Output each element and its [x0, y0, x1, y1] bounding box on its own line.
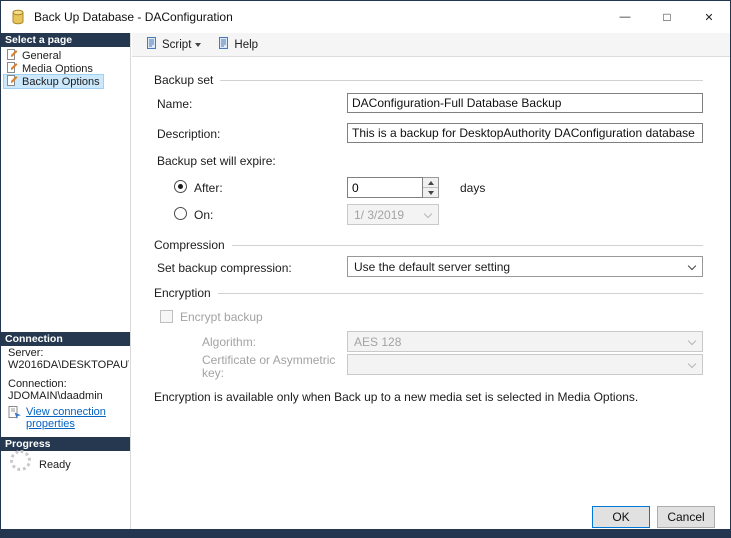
- description-input[interactable]: [347, 123, 703, 143]
- expire-after-label[interactable]: After:: [194, 181, 223, 195]
- cancel-button-label: Cancel: [667, 510, 705, 524]
- section-rule: [217, 293, 703, 294]
- spin-up-icon: [427, 180, 434, 185]
- help-button[interactable]: Help: [212, 34, 263, 55]
- script-dropdown-icon: [195, 42, 202, 47]
- certificate-dropdown: [347, 354, 703, 375]
- help-button-label: Help: [234, 38, 259, 51]
- dropdown-chevron-icon: [687, 261, 697, 271]
- dropdown-chevron-icon: [423, 209, 433, 219]
- script-button-label: Script: [162, 38, 192, 51]
- expire-on-date-value: 1/ 3/2019: [354, 207, 405, 222]
- encryption-header: Encryption: [154, 286, 211, 300]
- encrypt-backup-checkbox: [160, 310, 173, 323]
- ok-button-label: OK: [612, 510, 630, 524]
- server-value: W2016DA\DESKTOPAUTHORIT: [8, 359, 129, 371]
- compression-header: Compression: [154, 238, 225, 252]
- minimize-icon: —: [619, 11, 631, 23]
- expire-on-datepicker: 1/ 3/2019: [347, 204, 439, 225]
- close-icon: ✕: [704, 11, 714, 24]
- name-label: Name:: [157, 97, 193, 111]
- algorithm-dropdown: AES 128: [347, 331, 703, 352]
- window-bottom-edge: [1, 529, 730, 537]
- connection-header: Connection: [1, 332, 130, 346]
- backup-database-dialog: Back Up Database - DAConfiguration — □ ✕…: [0, 0, 731, 538]
- encryption-section: Encryption: [154, 286, 703, 300]
- spin-down-button[interactable]: [423, 188, 438, 197]
- progress-spinner-icon: [10, 450, 31, 471]
- connection-value: JDOMAIN\daadmin: [8, 390, 103, 402]
- compression-value: Use the default server setting: [354, 259, 511, 274]
- description-label: Description:: [157, 127, 221, 141]
- page-tree: General Media Options Backup Options: [3, 49, 128, 89]
- backup-set-section: Backup set: [154, 73, 703, 87]
- help-icon: [217, 36, 230, 53]
- progress-status: Ready: [39, 459, 71, 471]
- select-a-page-header: Select a page: [1, 33, 130, 47]
- sidebar: Select a page General Media Options Back…: [1, 33, 131, 529]
- dialog-body: Select a page General Media Options Back…: [1, 33, 730, 529]
- section-rule: [220, 80, 703, 81]
- view-connection-properties-link[interactable]: View connection properties: [8, 406, 112, 430]
- dropdown-chevron-icon: [687, 359, 697, 369]
- script-button[interactable]: Script: [140, 34, 206, 55]
- spin-down-icon: [427, 190, 434, 195]
- window-title: Back Up Database - DAConfiguration: [34, 10, 233, 24]
- progress-header: Progress: [1, 437, 130, 451]
- algorithm-label: Algorithm:: [202, 335, 257, 349]
- window-controls: — □ ✕: [604, 1, 730, 33]
- sidebar-item-label: Backup Options: [22, 75, 100, 88]
- expire-on-radio[interactable]: [174, 207, 187, 220]
- server-label: Server:: [8, 347, 44, 359]
- maximize-button[interactable]: □: [646, 1, 688, 33]
- compression-dropdown[interactable]: Use the default server setting: [347, 256, 703, 277]
- backup-set-header: Backup set: [154, 73, 214, 87]
- encrypt-backup-label: Encrypt backup: [180, 310, 263, 324]
- expire-after-input[interactable]: [347, 177, 423, 198]
- toolbar: Script Help: [132, 33, 730, 57]
- compression-section: Compression: [154, 238, 703, 252]
- title-bar: Back Up Database - DAConfiguration — □ ✕: [1, 1, 730, 33]
- algorithm-value: AES 128: [354, 334, 402, 349]
- page-icon: [7, 74, 18, 89]
- sidebar-item-label: General: [22, 49, 62, 62]
- close-button[interactable]: ✕: [688, 1, 730, 33]
- sidebar-item-label: Media Options: [22, 62, 93, 75]
- connection-properties-icon: [8, 406, 22, 422]
- dropdown-chevron-icon: [687, 336, 697, 346]
- expire-on-label[interactable]: On:: [194, 208, 213, 222]
- database-icon: [10, 9, 26, 25]
- ok-button[interactable]: OK: [592, 506, 650, 528]
- expire-after-spinner: [347, 177, 439, 198]
- section-rule: [231, 245, 703, 246]
- connection-label: Connection:: [8, 378, 67, 390]
- maximize-icon: □: [663, 9, 671, 24]
- main-panel: Script Help Backup set Name: DAConfigura…: [132, 33, 730, 529]
- spin-up-button[interactable]: [423, 178, 438, 188]
- compression-label: Set backup compression:: [157, 261, 292, 275]
- view-connection-properties-label: View connection properties: [26, 406, 106, 430]
- certificate-label: Certificate or Asymmetric key:: [202, 353, 336, 380]
- days-label: days: [460, 181, 486, 195]
- expire-label: Backup set will expire:: [157, 154, 276, 168]
- expire-after-radio[interactable]: [174, 180, 187, 193]
- backup-options-page: Backup set Name: Description: Backup set…: [132, 57, 730, 529]
- minimize-button[interactable]: —: [604, 1, 646, 33]
- cancel-button[interactable]: Cancel: [657, 506, 715, 528]
- encryption-note: Encryption is available only when Back u…: [154, 390, 639, 404]
- name-input[interactable]: [347, 93, 703, 113]
- script-icon: [145, 36, 158, 53]
- sidebar-item-backup-options[interactable]: Backup Options: [3, 74, 104, 89]
- spinner-buttons: [423, 177, 439, 198]
